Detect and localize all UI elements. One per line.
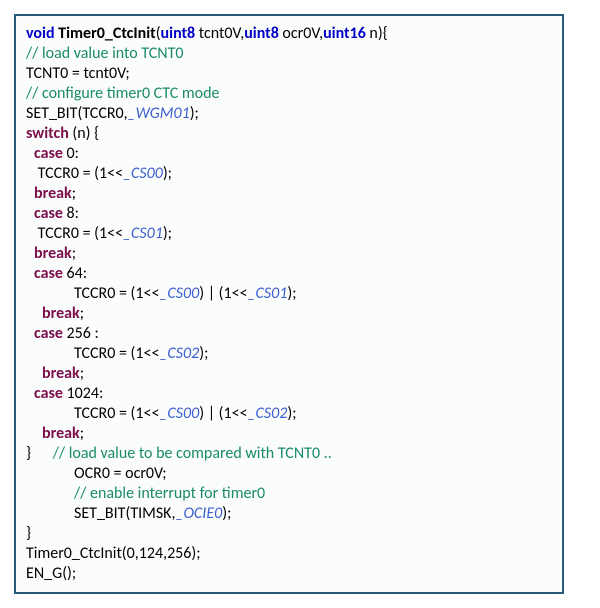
text: ); — [287, 404, 296, 423]
semi: ; — [72, 244, 76, 263]
case-value: 0: — [63, 144, 79, 163]
text: ); — [222, 504, 231, 523]
text: ) | (1<< — [199, 284, 247, 303]
text: ); — [190, 104, 199, 123]
comment: // load value to be compared with TCNT0 … — [53, 444, 332, 463]
text: ) | (1<< — [199, 404, 247, 423]
semi: ; — [80, 364, 84, 383]
case-value: 64: — [63, 264, 87, 283]
func-name: Timer0_CtcInit — [58, 24, 156, 43]
keyword-break: break — [42, 424, 80, 443]
constant: _OCIE0 — [175, 504, 222, 523]
text: ); — [199, 344, 208, 363]
constant: _CS02 — [159, 344, 199, 363]
code-line: TCCR0 = (1<<_CS00) | (1<<_CS02); — [26, 404, 552, 424]
type: uint8 — [244, 24, 279, 43]
semi: ; — [80, 424, 84, 443]
code-line: break; — [26, 364, 552, 384]
text: TCCR0 = (1<< — [34, 224, 123, 243]
code-line: case 1024: — [26, 384, 552, 404]
constant: _CS00 — [159, 284, 199, 303]
keyword-break: break — [34, 244, 72, 263]
code-line: case 0: — [26, 144, 552, 164]
code-line: break; — [26, 304, 552, 324]
type: uint16 — [323, 24, 366, 43]
keyword-break: break — [34, 184, 72, 203]
text: TCCR0 = (1<< — [74, 344, 159, 363]
text: SET_BIT(TCCR0, — [26, 104, 128, 123]
code-line: EN_G(); — [26, 564, 552, 584]
code-line: case 64: — [26, 264, 552, 284]
code-line: switch (n) { — [26, 124, 552, 144]
comment: // configure timer0 CTC mode — [26, 84, 552, 104]
code-line: break; — [26, 244, 552, 264]
code-line: TCNT0 = tcnt0V; — [26, 64, 552, 84]
code-line: case 256 : — [26, 324, 552, 344]
keyword-case: case — [34, 324, 63, 343]
constant: _CS01 — [123, 224, 163, 243]
keyword-case: case — [34, 384, 63, 403]
text: ); — [287, 284, 296, 303]
keyword-switch: switch — [26, 124, 69, 143]
case-value: 8: — [63, 204, 79, 223]
code-line: OCR0 = ocr0V; — [26, 464, 552, 484]
code-line: TCCR0 = (1<<_CS00); — [26, 164, 552, 184]
arg: tcnt0V, — [195, 24, 244, 43]
text: TCCR0 = (1<< — [74, 404, 159, 423]
constant: _CS01 — [248, 284, 288, 303]
code-line: } // load value to be compared with TCNT… — [26, 444, 552, 464]
constant: _CS00 — [159, 404, 199, 423]
type: uint8 — [161, 24, 196, 43]
keyword-break: break — [42, 364, 80, 383]
code-line: TCCR0 = (1<<_CS01); — [26, 224, 552, 244]
text: SET_BIT(TIMSK, — [74, 504, 175, 523]
constant: _CS02 — [248, 404, 288, 423]
text: TCCR0 = (1<< — [34, 164, 123, 183]
code-line: break; — [26, 424, 552, 444]
code-line: TCCR0 = (1<<_CS00) | (1<<_CS01); — [26, 284, 552, 304]
code-line: TCCR0 = (1<<_CS02); — [26, 344, 552, 364]
code-line: void Timer0_CtcInit(uint8 tcnt0V,uint8 o… — [26, 24, 552, 44]
case-value: 256 : — [63, 324, 99, 343]
semi: ; — [72, 184, 76, 203]
code-line: Timer0_CtcInit(0,124,256); — [26, 544, 552, 564]
code-block: void Timer0_CtcInit(uint8 tcnt0V,uint8 o… — [14, 14, 564, 594]
case-value: 1024: — [63, 384, 103, 403]
arg: ocr0V, — [279, 24, 323, 43]
semi: ; — [80, 304, 84, 323]
comment: // load value into TCNT0 — [26, 44, 552, 64]
code-line: case 8: — [26, 204, 552, 224]
text: (n) { — [69, 124, 99, 143]
arg: n){ — [366, 24, 388, 43]
keyword-break: break — [42, 304, 80, 323]
brace: } — [26, 524, 552, 544]
constant: _WGM01 — [128, 104, 190, 123]
code-line: SET_BIT(TCCR0,_WGM01); — [26, 104, 552, 124]
keyword-case: case — [34, 204, 63, 223]
code-line: SET_BIT(TIMSK,_OCIE0); — [26, 504, 552, 524]
keyword-case: case — [34, 144, 63, 163]
keyword-case: case — [34, 264, 63, 283]
text: ); — [163, 164, 172, 183]
keyword-void: void — [26, 24, 55, 43]
text: TCCR0 = (1<< — [74, 284, 159, 303]
comment: // enable interrupt for timer0 — [26, 484, 552, 504]
constant: _CS00 — [123, 164, 163, 183]
text: ); — [163, 224, 172, 243]
code-line: break; — [26, 184, 552, 204]
